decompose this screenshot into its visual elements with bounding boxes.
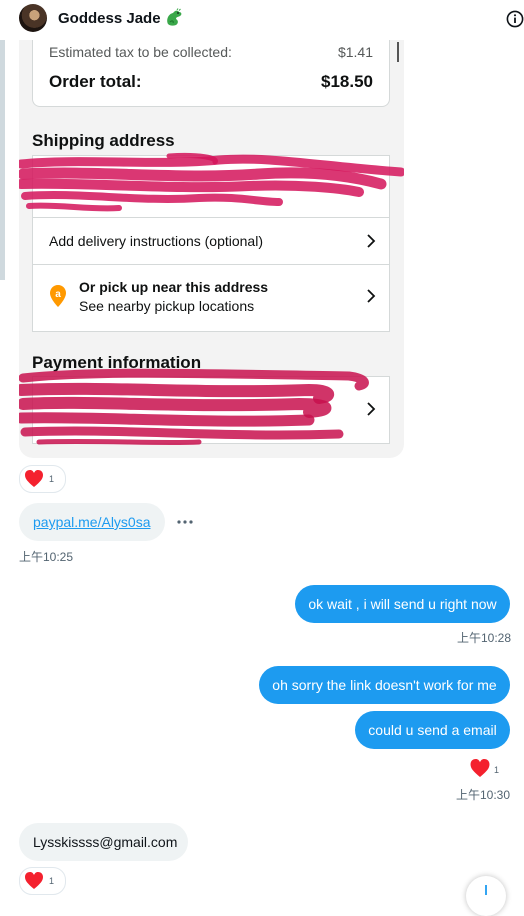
payment-heading: Payment information — [32, 353, 202, 372]
shared-image[interactable]: Estimated tax to be collected: $1.41 Ord… — [19, 0, 404, 458]
amazon-pin-icon: a — [50, 285, 66, 307]
heart-reaction[interactable]: 1 — [469, 758, 509, 780]
heart-icon — [25, 470, 43, 487]
incoming-message-link[interactable]: paypal.me/Alys0sa — [19, 503, 165, 541]
paypal-link[interactable]: paypal.me/Alys0sa — [33, 514, 151, 530]
contact-name[interactable]: Goddess Jade — [58, 10, 161, 27]
conversation-header: Goddess Jade — [0, 0, 524, 40]
shipping-heading: Shipping address — [32, 131, 175, 150]
chevron-right-icon — [367, 402, 376, 416]
shipping-box: Add delivery instructions (optional) a O… — [32, 155, 390, 332]
info-icon[interactable] — [506, 10, 524, 28]
order-total-label: Order total: — [49, 72, 142, 91]
arrow-down-icon — [485, 885, 487, 895]
outgoing-message[interactable]: could u send a email — [355, 711, 510, 749]
image-scrollbar — [397, 42, 399, 62]
incoming-message[interactable]: Lysskissss@gmail.com — [19, 823, 188, 861]
pickup-subtitle: See nearby pickup locations — [79, 298, 255, 314]
message-timestamp: 上午10:25 — [19, 550, 74, 564]
pickup-title: Or pick up near this address — [79, 279, 269, 295]
reaction-count: 1 — [49, 876, 55, 886]
heart-icon — [25, 872, 43, 889]
reaction-count: 1 — [49, 474, 55, 484]
delivery-instructions-row: Add delivery instructions (optional) — [33, 217, 389, 265]
message-timestamp: 上午10:30 — [456, 788, 511, 802]
scroll-to-bottom-button[interactable] — [466, 876, 506, 916]
heart-reaction[interactable]: 1 — [19, 867, 66, 895]
more-options-icon[interactable] — [176, 517, 194, 527]
estimated-tax-label: Estimated tax to be collected: — [49, 44, 232, 60]
svg-text:a: a — [55, 289, 61, 300]
outgoing-message[interactable]: oh sorry the link doesn't work for me — [259, 666, 510, 704]
estimated-tax-value: $1.41 — [337, 44, 373, 60]
reaction-count: 1 — [494, 765, 500, 775]
chevron-right-icon — [367, 234, 376, 248]
dragon-icon — [167, 8, 182, 26]
message-timestamp: 上午10:28 — [457, 631, 512, 645]
heart-reaction[interactable]: 1 — [19, 465, 66, 493]
pickup-row: a Or pick up near this address See nearb… — [33, 264, 389, 331]
heart-icon — [470, 759, 490, 777]
left-panel-edge — [0, 32, 5, 280]
outgoing-message[interactable]: ok wait , i will send u right now — [295, 585, 510, 623]
chevron-right-icon — [367, 289, 376, 303]
avatar[interactable] — [19, 4, 47, 32]
delivery-instructions-label: Add delivery instructions (optional) — [49, 233, 263, 249]
order-total-value: $18.50 — [321, 72, 373, 91]
payment-box — [32, 376, 390, 444]
